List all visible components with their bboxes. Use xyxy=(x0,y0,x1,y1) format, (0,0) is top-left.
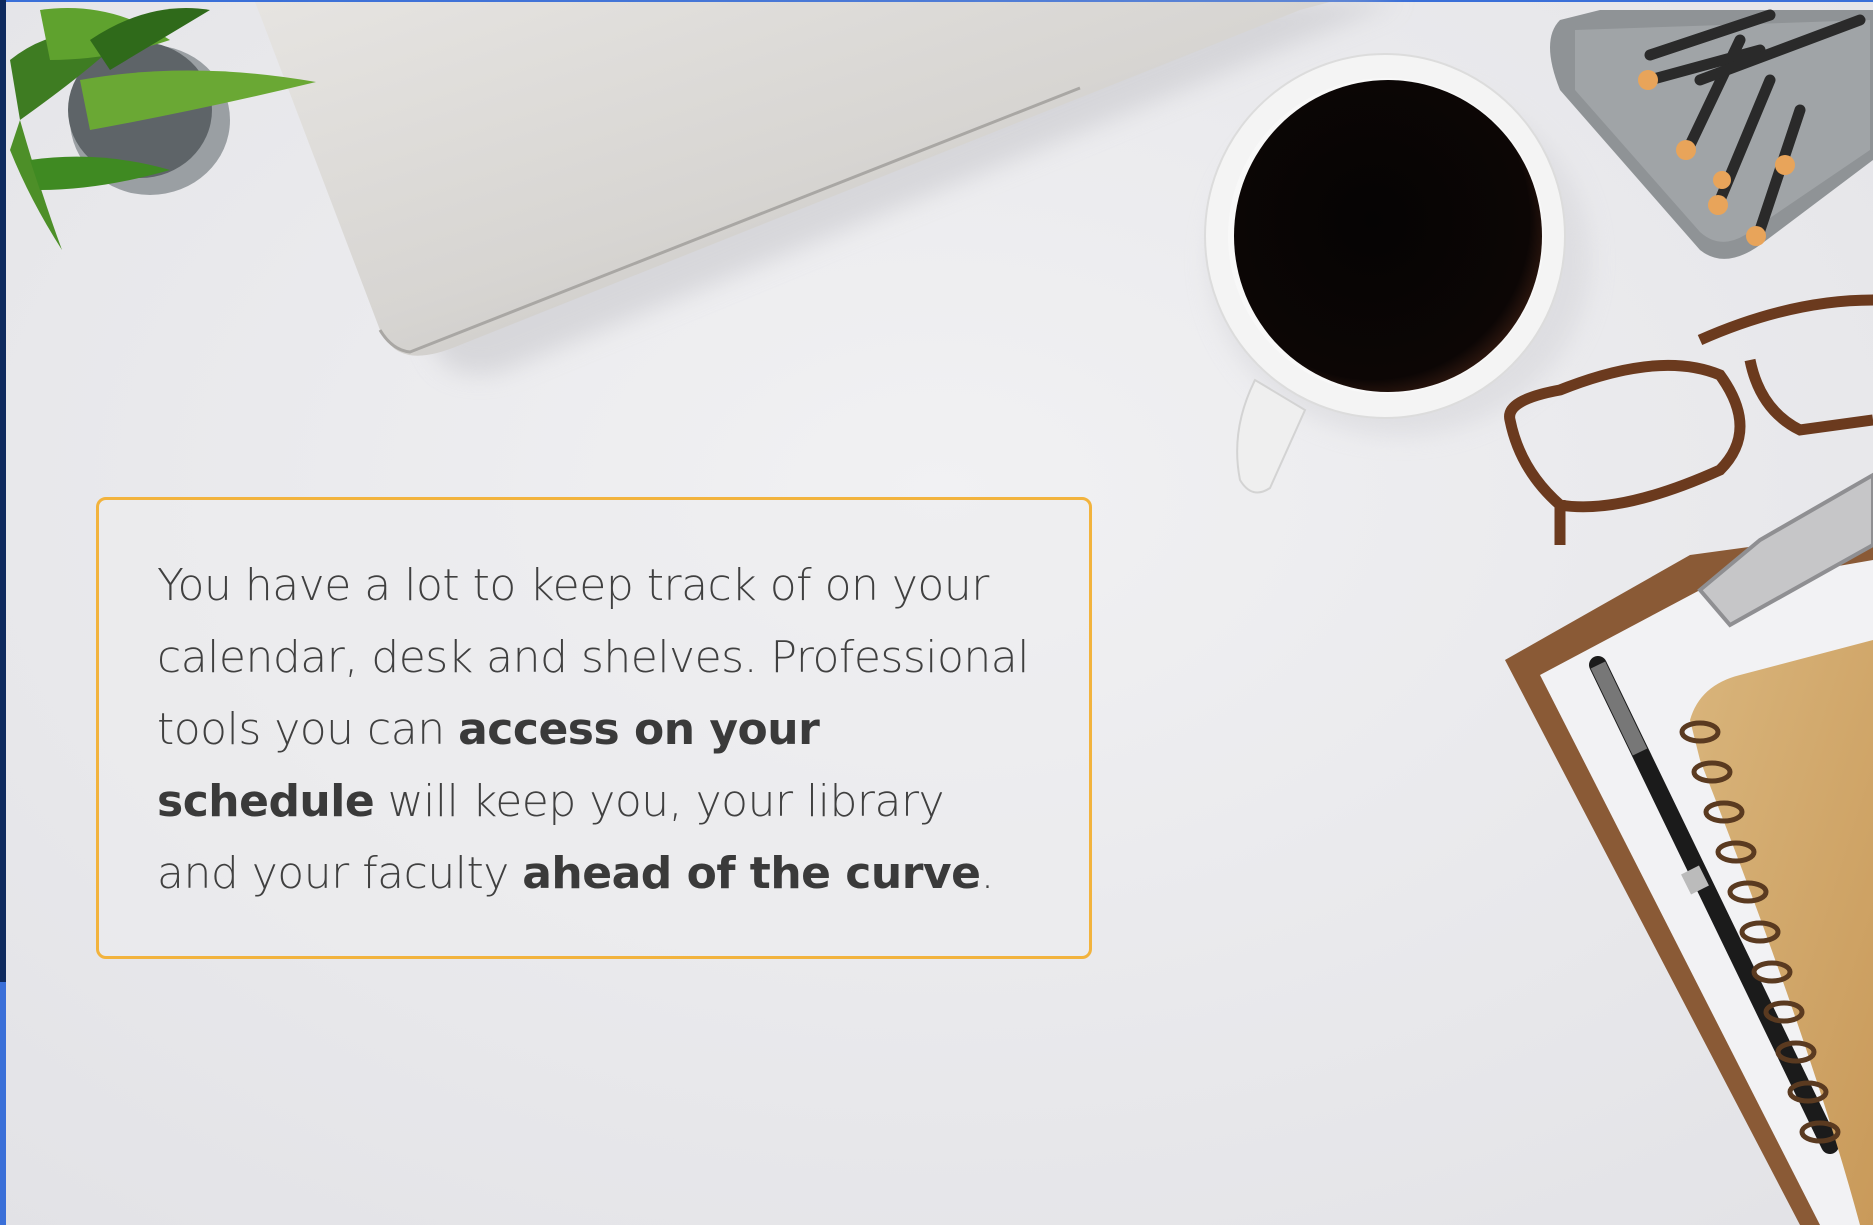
message-text: You have a lot to keep track of on your … xyxy=(157,550,1033,910)
message-emphasis-curve: ahead of the curve xyxy=(522,848,981,899)
message-part-3: . xyxy=(980,848,994,899)
message-card: You have a lot to keep track of on your … xyxy=(96,497,1092,959)
